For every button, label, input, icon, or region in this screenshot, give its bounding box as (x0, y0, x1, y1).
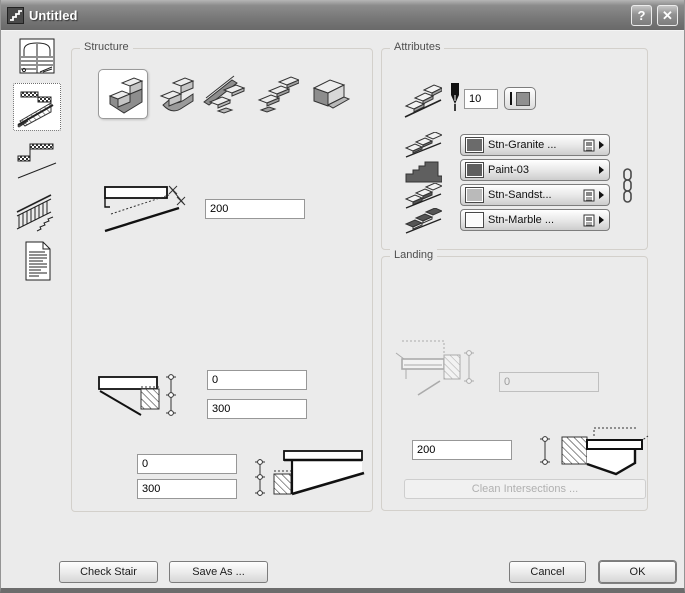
pen-line-sample (510, 92, 512, 105)
stair-monolithic-icon (304, 72, 350, 116)
structure-type-floating-button[interactable] (251, 69, 301, 119)
cancel-button[interactable]: Cancel (509, 561, 586, 583)
dropdown-arrow-icon (599, 166, 604, 174)
check-stair-button[interactable]: Check Stair (59, 561, 158, 583)
landing-thickness-field[interactable] (412, 440, 512, 460)
structure-group-label: Structure (80, 41, 133, 53)
stair-stringer-icon (151, 72, 197, 116)
tread-material-dropdown[interactable]: Stn-Granite ... (460, 134, 610, 156)
bottom-thickness-field[interactable] (137, 479, 237, 499)
top-thickness-field[interactable] (207, 399, 307, 419)
slab-thickness-field[interactable] (205, 199, 305, 219)
landing-connection-diagram-disabled (394, 335, 476, 408)
material-name: Stn-Marble ... (488, 214, 579, 226)
texture-icon (583, 139, 595, 152)
ok-button[interactable]: OK (599, 561, 676, 583)
document-icon (19, 240, 55, 282)
attributes-group: Attributes (381, 48, 648, 250)
texture-icon (583, 214, 595, 227)
clean-intersections-button: Clean Intersections ... (404, 479, 646, 499)
slab-thickness-diagram (99, 179, 189, 242)
structure-type-stringer-button[interactable] (149, 69, 199, 119)
sidebar-item-listing[interactable] (13, 237, 61, 285)
sidebar-item-railing[interactable] (13, 189, 61, 237)
dropdown-arrow-icon (599, 216, 604, 224)
railing-icon (15, 193, 59, 233)
help-button[interactable]: ? (631, 5, 652, 26)
stair-3d-icon (402, 80, 442, 125)
structure-material-dropdown[interactable]: Paint-03 (460, 159, 610, 181)
bottom-offset-field[interactable] (137, 454, 237, 474)
stair-cantilever-icon (202, 72, 248, 116)
sidebar-item-stair-plan[interactable] (13, 33, 61, 81)
material-name: Stn-Granite ... (488, 139, 579, 151)
app-icon (7, 7, 24, 24)
stair-solid-icon (100, 72, 146, 116)
attributes-group-label: Attributes (390, 41, 444, 53)
bottom-connection-diagram (247, 447, 367, 510)
close-button[interactable]: ✕ (657, 5, 678, 26)
landing-connection-field (499, 372, 599, 392)
structure-type-cantilever-button[interactable] (200, 69, 250, 119)
title-bar[interactable]: Untitled ? ✕ (1, 0, 684, 30)
tread-top-material-icon (404, 132, 442, 163)
dropdown-arrow-icon (599, 141, 604, 149)
top-connection-diagram (97, 369, 182, 432)
riser-material-dropdown[interactable]: Stn-Sandst... (460, 184, 610, 206)
structure-group: Structure (71, 48, 373, 512)
structure-type-monolithic-button[interactable] (302, 69, 352, 119)
underside-material-dropdown[interactable]: Stn-Marble ... (460, 209, 610, 231)
stairmaker-dialog: Untitled ? ✕ (0, 0, 685, 593)
top-offset-field[interactable] (207, 370, 307, 390)
sidebar-item-structure[interactable] (13, 83, 61, 131)
stair-structure-icon (16, 86, 58, 128)
window-title: Untitled (29, 8, 626, 23)
sidebar-item-tread[interactable] (13, 137, 61, 185)
pen-weight-field[interactable] (464, 89, 498, 109)
dialog-body: Structure (1, 30, 684, 588)
pen-color-button[interactable] (504, 87, 536, 110)
tread-settings-icon (16, 140, 58, 182)
material-color-chip (465, 212, 484, 228)
structure-type-solid-button[interactable] (98, 69, 148, 119)
stair-plan-icon (17, 36, 57, 78)
pen-icon (448, 82, 462, 117)
pen-color-sample (516, 92, 530, 106)
material-color-chip (465, 187, 484, 203)
material-color-chip (465, 162, 484, 178)
texture-icon (583, 189, 595, 202)
link-materials-chain-icon[interactable] (620, 167, 635, 210)
landing-group: Landing (381, 256, 648, 511)
material-name: Paint-03 (488, 164, 595, 176)
landing-thickness-diagram (537, 422, 649, 483)
dropdown-arrow-icon (599, 191, 604, 199)
material-color-chip (465, 137, 484, 153)
material-name: Stn-Sandst... (488, 189, 579, 201)
landing-group-label: Landing (390, 249, 437, 261)
stair-floating-icon (253, 72, 299, 116)
underside-material-icon (404, 208, 442, 239)
save-as-button[interactable]: Save As ... (169, 561, 268, 583)
